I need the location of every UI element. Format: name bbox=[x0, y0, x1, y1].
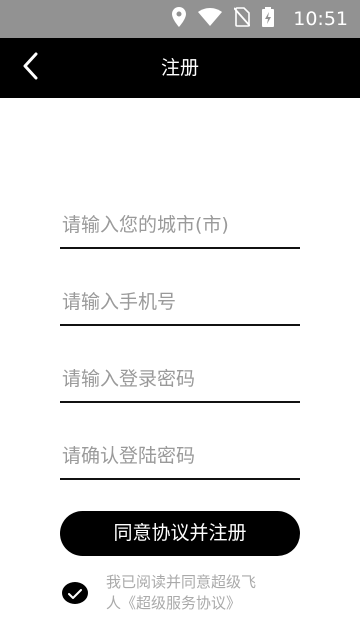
wifi-icon bbox=[198, 8, 222, 30]
checkmark-icon bbox=[68, 584, 82, 603]
password-field bbox=[60, 357, 300, 403]
status-bar: 10:51 bbox=[0, 0, 360, 38]
confirm-password-input[interactable] bbox=[60, 434, 300, 478]
location-icon bbox=[172, 7, 186, 31]
confirm-password-field bbox=[60, 434, 300, 480]
status-icons bbox=[172, 7, 274, 31]
page-title: 注册 bbox=[160, 57, 199, 79]
phone-field bbox=[60, 280, 300, 326]
no-sim-icon bbox=[233, 7, 251, 31]
password-input[interactable] bbox=[60, 357, 300, 401]
phone-input[interactable] bbox=[60, 280, 300, 324]
back-button[interactable] bbox=[12, 50, 48, 86]
agreement-row: 我已阅读并同意超级飞 人《超级服务协议》 bbox=[60, 572, 300, 618]
status-time: 10:51 bbox=[293, 8, 348, 30]
agreement-line-1: 我已阅读并同意超级飞 bbox=[106, 573, 257, 591]
city-input[interactable] bbox=[60, 203, 300, 247]
title-bar: 注册 bbox=[0, 38, 360, 98]
agreement-text[interactable]: 我已阅读并同意超级飞 人《超级服务协议》 bbox=[106, 572, 296, 614]
agreement-checkbox[interactable] bbox=[62, 582, 88, 604]
chevron-left-icon bbox=[21, 52, 39, 84]
agreement-line-2: 人《超级服务协议》 bbox=[106, 594, 242, 612]
register-button[interactable]: 同意协议并注册 bbox=[60, 511, 300, 556]
city-field bbox=[60, 203, 300, 249]
battery-charging-icon bbox=[262, 7, 274, 31]
